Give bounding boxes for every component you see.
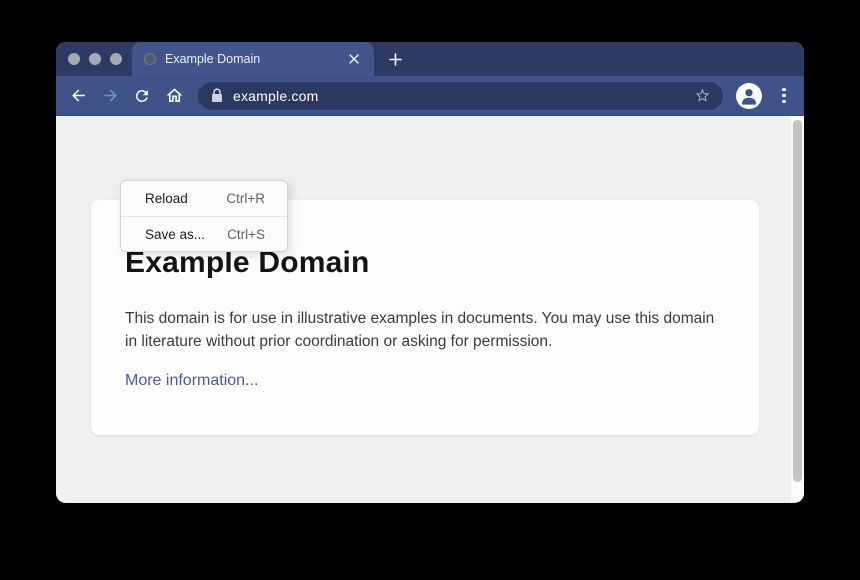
menu-item-save-as[interactable]: Save as... Ctrl+S	[121, 216, 287, 251]
page-viewport: Reload Ctrl+R Save as... Ctrl+S Example …	[56, 116, 804, 502]
scrollbar-track[interactable]	[791, 116, 804, 502]
menu-item-shortcut: Ctrl+S	[227, 227, 265, 242]
tab-title: Example Domain	[165, 52, 346, 66]
address-bar[interactable]: example.com	[198, 82, 723, 110]
window-controls	[68, 53, 122, 65]
profile-avatar-icon[interactable]	[736, 83, 762, 109]
new-tab-icon[interactable]	[387, 51, 403, 67]
url-text: example.com	[233, 88, 318, 104]
context-menu: Reload Ctrl+R Save as... Ctrl+S	[120, 180, 288, 252]
menu-item-label: Save as...	[145, 227, 205, 242]
scrollbar-thumb[interactable]	[793, 120, 802, 482]
reload-icon[interactable]	[128, 82, 156, 110]
page-paragraph: This domain is for use in illustrative e…	[125, 307, 715, 353]
browser-toolbar: example.com	[56, 76, 804, 116]
home-icon[interactable]	[160, 82, 188, 110]
window-maximize-button-icon[interactable]	[110, 53, 122, 65]
browser-window: Example Domain example.com	[56, 42, 804, 503]
more-information-link[interactable]: More information...	[125, 372, 258, 390]
bookmark-star-icon[interactable]	[691, 85, 713, 107]
title-bar: Example Domain	[56, 42, 804, 76]
menu-item-shortcut: Ctrl+R	[226, 191, 265, 206]
menu-item-label: Reload	[145, 191, 188, 206]
menu-item-reload[interactable]: Reload Ctrl+R	[121, 181, 287, 216]
tab-close-icon[interactable]	[346, 51, 362, 67]
back-icon[interactable]	[64, 82, 92, 110]
forward-icon[interactable]	[96, 82, 124, 110]
kebab-menu-icon[interactable]	[776, 87, 792, 105]
window-minimize-button-icon[interactable]	[89, 53, 101, 65]
browser-tab[interactable]: Example Domain	[132, 42, 374, 76]
lock-icon	[211, 88, 223, 103]
window-close-button-icon[interactable]	[68, 53, 80, 65]
globe-favicon-icon	[144, 53, 156, 65]
